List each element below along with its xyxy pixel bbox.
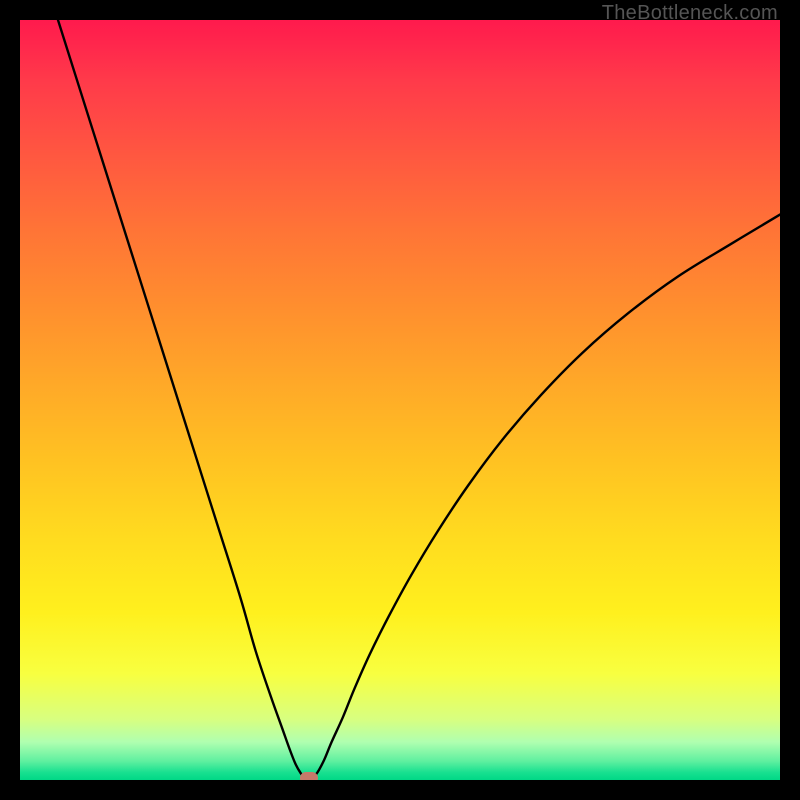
chart-frame: TheBottleneck.com	[0, 0, 800, 800]
optimal-point-marker	[300, 772, 318, 780]
bottleneck-curve	[20, 20, 780, 780]
plot-area	[20, 20, 780, 780]
watermark-text: TheBottleneck.com	[602, 2, 778, 25]
